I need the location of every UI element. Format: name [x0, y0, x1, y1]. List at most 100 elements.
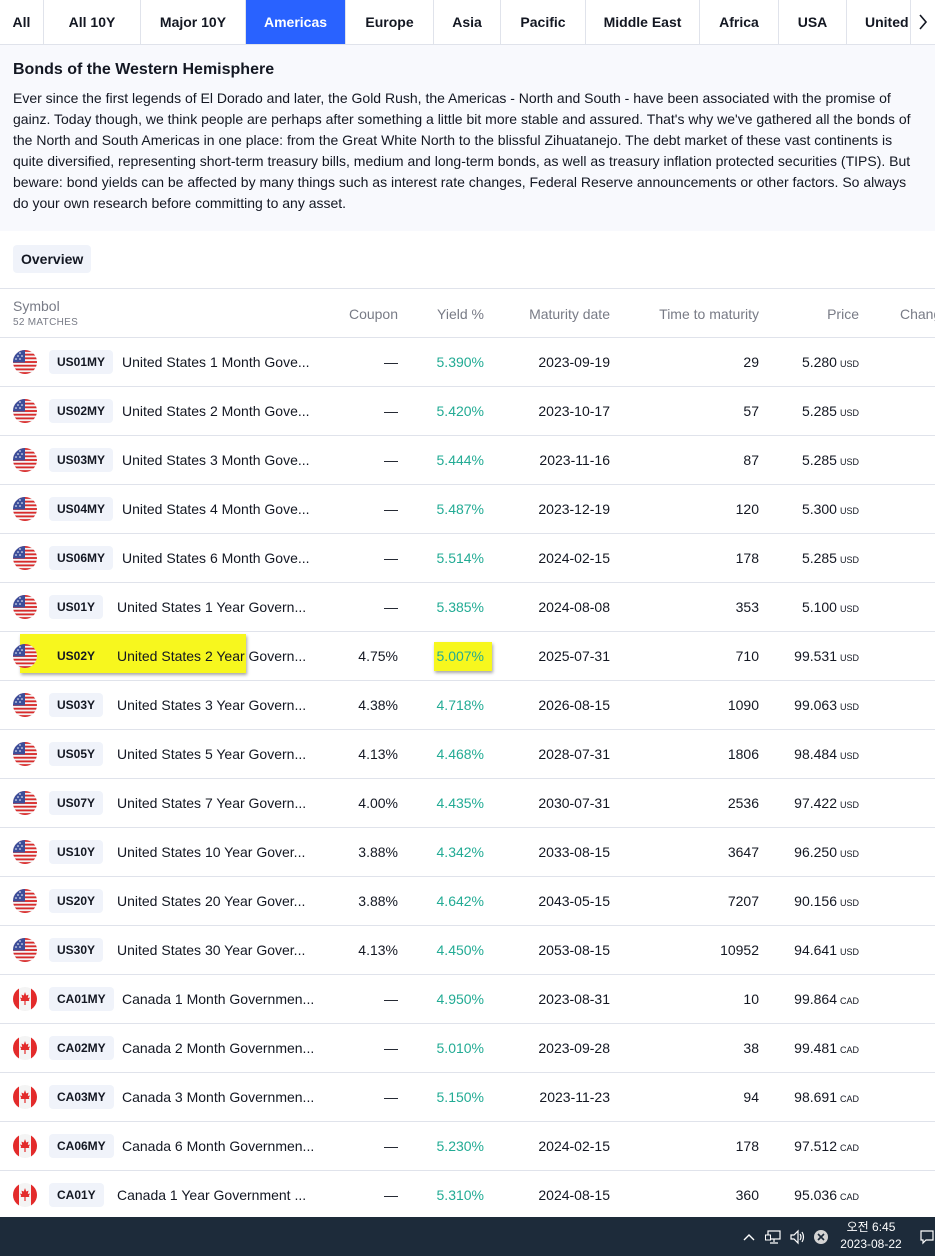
table-row[interactable]: US01Y United States 1 Year Govern... — 5.38… — [0, 583, 935, 632]
ticker-badge[interactable]: CA01Y — [49, 1183, 104, 1207]
bond-name-link[interactable]: United States 3 Month Gove... — [122, 436, 310, 484]
ticker-badge[interactable]: US03MY — [49, 448, 114, 472]
system-clock[interactable]: 오전 6:45 2023-08-22 — [826, 1219, 916, 1253]
price-value: 94.641 — [794, 942, 837, 958]
price-cell: 98.691 CAD — [770, 1073, 859, 1121]
bond-name-link[interactable]: Canada 3 Month Governmen... — [122, 1073, 314, 1121]
coupon-cell: 4.38% — [358, 697, 398, 713]
change-column-header[interactable]: Chang — [900, 289, 935, 338]
table-row[interactable]: CA01MY Canada 1 Month Governmen... — 4.950%… — [0, 975, 935, 1024]
bond-name-link[interactable]: United States 5 Year Govern... — [117, 730, 306, 778]
table-row[interactable]: CA02MY Canada 2 Month Governmen... — 5.010%… — [0, 1024, 935, 1073]
tab-major-10y[interactable]: Major 10Y — [141, 0, 246, 44]
tab-united[interactable]: United — [847, 0, 917, 44]
time-to-maturity-column-header[interactable]: Time to maturity — [620, 289, 759, 338]
price-cell: 99.864 CAD — [770, 975, 859, 1023]
ticker-badge[interactable]: US06MY — [49, 546, 114, 570]
price-currency: CAD — [839, 1142, 859, 1153]
table-row[interactable]: US06MY United States 6 Month Gove... — 5.51… — [0, 534, 935, 583]
windows-taskbar: 오전 6:45 2023-08-22 — [0, 1217, 935, 1256]
time-to-maturity-cell: 1090 — [727, 697, 759, 713]
price-column-header[interactable]: Price — [770, 289, 859, 338]
bond-name-link[interactable]: United States 7 Year Govern... — [117, 779, 306, 827]
symbol-column-header[interactable]: Symbol 52 MATCHES — [13, 298, 78, 328]
bond-name-link[interactable]: Canada 2 Month Governmen... — [122, 1024, 314, 1072]
ticker-badge[interactable]: US04MY — [49, 497, 114, 521]
ticker-badge[interactable]: CA01MY — [49, 987, 114, 1011]
table-row[interactable]: CA06MY Canada 6 Month Governmen... — 5.230%… — [0, 1122, 935, 1171]
tab-europe[interactable]: Europe — [346, 0, 434, 44]
price-value: 5.285 — [801, 452, 837, 468]
ticker-badge[interactable]: CA06MY — [49, 1134, 114, 1158]
table-row[interactable]: US02Y United States 2 Year Govern... 4.75%… — [0, 632, 935, 681]
tab-americas[interactable]: Americas — [246, 0, 346, 44]
bond-name-link[interactable]: United States 2 Year Govern... — [117, 632, 306, 680]
bond-name-link[interactable]: United States 10 Year Gover... — [117, 828, 305, 876]
bond-name-link[interactable]: Canada 6 Month Governmen... — [122, 1122, 314, 1170]
bond-name-link[interactable]: United States 3 Year Govern... — [117, 681, 306, 729]
bond-name-link[interactable]: United States 30 Year Gover... — [117, 926, 305, 974]
ticker-badge[interactable]: US01MY — [49, 350, 114, 374]
ticker-badge[interactable]: US30Y — [49, 938, 104, 962]
notification-icon[interactable] — [918, 1217, 935, 1256]
table-row[interactable]: CA03MY Canada 3 Month Governmen... — 5.150%… — [0, 1073, 935, 1122]
price-currency: USD — [839, 750, 859, 761]
yield-cell: 5.390% — [436, 354, 484, 370]
table-row[interactable]: US03MY United States 3 Month Gove... — 5.44… — [0, 436, 935, 485]
tab-pacific[interactable]: Pacific — [501, 0, 586, 44]
price-currency: USD — [839, 652, 859, 663]
maturity-column-header[interactable]: Maturity date — [490, 289, 610, 338]
ticker-badge[interactable]: US02Y — [49, 644, 103, 668]
bond-name-link[interactable]: Canada 1 Month Governmen... — [122, 975, 314, 1023]
ticker-badge[interactable]: US02MY — [49, 399, 114, 423]
ticker-badge[interactable]: US03Y — [49, 693, 104, 717]
maturity-cell: 2023-10-17 — [538, 403, 610, 419]
network-icon[interactable] — [763, 1217, 785, 1256]
table-row[interactable]: US10Y United States 10 Year Gover... 3.88%… — [0, 828, 935, 877]
price-currency: USD — [839, 407, 859, 418]
tab-asia[interactable]: Asia — [434, 0, 501, 44]
bond-name-link[interactable]: United States 1 Month Gove... — [122, 338, 310, 386]
ticker-badge[interactable]: US05Y — [49, 742, 104, 766]
bond-name-link[interactable]: United States 2 Month Gove... — [122, 387, 310, 435]
bond-name-link[interactable]: United States 20 Year Gover... — [117, 877, 305, 925]
yield-column-header[interactable]: Yield % — [400, 289, 484, 338]
ticker-badge[interactable]: US01Y — [49, 595, 104, 619]
tab-africa[interactable]: Africa — [700, 0, 779, 44]
tabs-scroll-right-button[interactable] — [910, 0, 935, 44]
us-flag-icon — [13, 546, 37, 570]
market-tabs: All All 10Y Major 10Y Americas Europe As… — [0, 0, 935, 45]
bond-name-link[interactable]: United States 6 Month Gove... — [122, 534, 310, 582]
table-row[interactable]: US02MY United States 2 Month Gove... — 5.42… — [0, 387, 935, 436]
table-row[interactable]: US20Y United States 20 Year Gover... 3.88%… — [0, 877, 935, 926]
table-row[interactable]: US03Y United States 3 Year Govern... 4.38%… — [0, 681, 935, 730]
tab-all-10y[interactable]: All 10Y — [44, 0, 141, 44]
tab-middle-east[interactable]: Middle East — [586, 0, 700, 44]
coupon-cell: — — [384, 991, 398, 1007]
table-row[interactable]: US07Y United States 7 Year Govern... 4.00%… — [0, 779, 935, 828]
volume-icon[interactable] — [787, 1217, 809, 1256]
us-flag-icon — [13, 595, 37, 619]
bond-name-link[interactable]: United States 4 Month Gove... — [122, 485, 310, 533]
table-row[interactable]: US01MY United States 1 Month Gove... — 5.39… — [0, 338, 935, 387]
table-row[interactable]: US04MY United States 4 Month Gove... — 5.48… — [0, 485, 935, 534]
chevron-up-icon[interactable] — [740, 1217, 758, 1256]
table-row[interactable]: US05Y United States 5 Year Govern... 4.13%… — [0, 730, 935, 779]
maturity-cell: 2028-07-31 — [538, 746, 610, 762]
tab-all[interactable]: All — [0, 0, 44, 44]
price-value: 95.036 — [794, 1187, 837, 1203]
bond-name-link[interactable]: Canada 1 Year Government ... — [117, 1171, 306, 1219]
us-flag-icon — [13, 742, 37, 766]
ticker-badge[interactable]: US20Y — [49, 889, 104, 913]
ticker-badge[interactable]: US07Y — [49, 791, 104, 815]
ticker-badge[interactable]: US10Y — [49, 840, 104, 864]
bond-name-link[interactable]: United States 1 Year Govern... — [117, 583, 306, 631]
table-row[interactable]: CA01Y Canada 1 Year Government ... — 5.310%… — [0, 1171, 935, 1220]
ticker-badge[interactable]: CA03MY — [49, 1085, 114, 1109]
overview-button[interactable]: Overview — [13, 245, 92, 273]
table-row[interactable]: US30Y United States 30 Year Gover... 4.13%… — [0, 926, 935, 975]
coupon-cell: 4.13% — [358, 942, 398, 958]
tab-usa[interactable]: USA — [779, 0, 847, 44]
coupon-column-header[interactable]: Coupon — [300, 289, 398, 338]
ticker-badge[interactable]: CA02MY — [49, 1036, 114, 1060]
